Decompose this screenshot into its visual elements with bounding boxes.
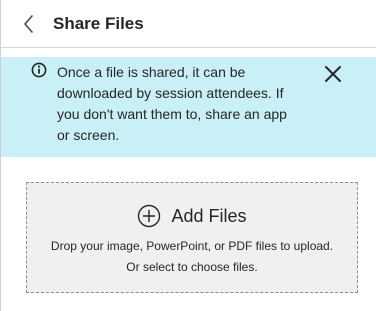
notice-message: Once a file is shared, it can be downloa… bbox=[57, 62, 317, 146]
panel-header: Share Files bbox=[1, 0, 376, 48]
share-files-panel: Share Files Once a file is shared, it ca… bbox=[0, 0, 376, 311]
back-button[interactable] bbox=[17, 12, 41, 36]
notice-line: or screen. bbox=[57, 127, 120, 143]
dropzone-hint: Drop your image, PowerPoint, or PDF file… bbox=[50, 239, 334, 253]
close-icon bbox=[325, 66, 341, 82]
add-files-button[interactable]: Add Files bbox=[27, 202, 357, 230]
plus-circle-icon bbox=[138, 204, 161, 228]
notice-line: downloaded by session attendees. If bbox=[57, 85, 284, 101]
notice-line: you don't want them to, share an app bbox=[57, 106, 287, 122]
chevron-left-icon bbox=[24, 15, 33, 33]
info-icon bbox=[31, 62, 47, 78]
dropzone-hint: Or select to choose files. bbox=[126, 260, 258, 274]
add-files-label: Add Files bbox=[171, 206, 247, 226]
file-dropzone[interactable]: Add Files Drop your image, PowerPoint, o… bbox=[26, 182, 358, 293]
notice-line: Once a file is shared, it can be bbox=[57, 64, 246, 80]
page-title: Share Files bbox=[53, 14, 144, 33]
dismiss-notice-button[interactable] bbox=[321, 63, 345, 85]
